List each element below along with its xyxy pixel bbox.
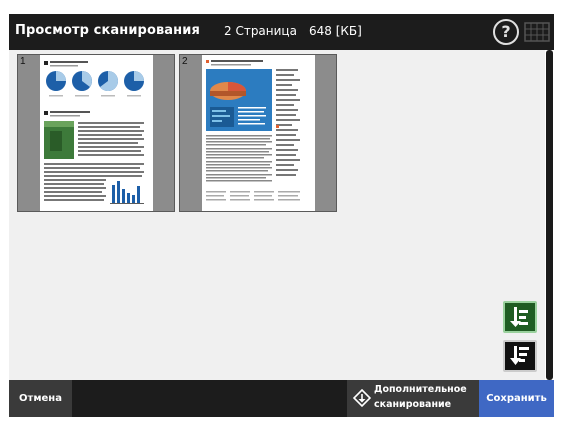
page-number: 1 xyxy=(20,56,26,67)
file-size: 648 [КБ] xyxy=(309,24,362,38)
page-thumbnail-1[interactable]: 1 xyxy=(17,54,175,212)
cancel-label: Отмена xyxy=(19,393,62,404)
header-bar: Просмотр сканирования 2 Страница 648 [КБ… xyxy=(9,14,554,50)
scan-preview-window: Просмотр сканирования 2 Страница 648 [КБ… xyxy=(9,14,554,417)
page-2-preview xyxy=(202,55,315,211)
window-title: Просмотр сканирования xyxy=(15,23,200,38)
scrollbar-thumb[interactable] xyxy=(546,50,553,380)
page-1-preview xyxy=(40,55,153,211)
thumbnail-area: 1 2 xyxy=(9,50,545,380)
page-thumbnail-2[interactable]: 2 xyxy=(179,54,337,212)
add-scan-icon xyxy=(353,389,371,407)
question-icon: ? xyxy=(501,22,511,41)
save-button[interactable]: Сохранить xyxy=(479,380,554,417)
cancel-button[interactable]: Отмена xyxy=(9,380,72,417)
rotate-page-button[interactable] xyxy=(503,301,537,333)
additional-scan-label-line2: сканирование xyxy=(374,399,452,410)
footer-bar: Отмена Дополнительное сканирование Сохра… xyxy=(9,380,554,417)
additional-scan-button[interactable]: Дополнительное сканирование xyxy=(347,380,479,417)
page-count: 2 Страница xyxy=(224,24,297,38)
help-button[interactable]: ? xyxy=(493,19,519,45)
page-number: 2 xyxy=(182,56,188,67)
additional-scan-label-line1: Дополнительное xyxy=(374,384,467,395)
rotate-page-icon xyxy=(510,307,528,327)
keyboard-icon[interactable] xyxy=(524,20,550,44)
save-label: Сохранить xyxy=(486,393,547,404)
vertical-scrollbar[interactable] xyxy=(545,50,554,380)
sort-pages-icon xyxy=(510,346,529,365)
sort-pages-button[interactable] xyxy=(503,340,537,372)
